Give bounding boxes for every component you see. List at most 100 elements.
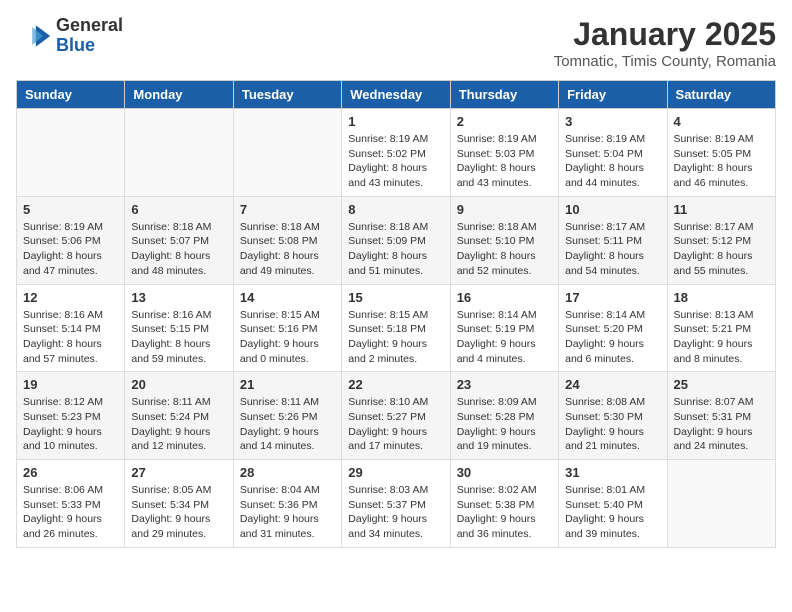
day-info: Sunrise: 8:19 AM Sunset: 5:05 PM Dayligh… [674, 132, 769, 191]
weekday-header-row: SundayMondayTuesdayWednesdayThursdayFrid… [17, 81, 776, 109]
day-info: Sunrise: 8:06 AM Sunset: 5:33 PM Dayligh… [23, 483, 118, 542]
calendar-cell: 3 Sunrise: 8:19 AM Sunset: 5:04 PM Daylig… [559, 109, 667, 197]
calendar-cell: 13Sunrise: 8:16 AM Sunset: 5:15 PM Dayli… [125, 284, 233, 372]
calendar-cell: 4 Sunrise: 8:19 AM Sunset: 5:05 PM Daylig… [667, 109, 775, 197]
calendar-cell: 10Sunrise: 8:17 AM Sunset: 5:11 PM Dayli… [559, 196, 667, 284]
day-number: 30 [457, 465, 552, 480]
logo-blue: Blue [56, 35, 95, 55]
calendar-week-row: 5 Sunrise: 8:19 AM Sunset: 5:06 PM Daylig… [17, 196, 776, 284]
day-number: 1 [348, 114, 443, 129]
day-number: 4 [674, 114, 769, 129]
calendar-cell: 14 Sunrise: 8:15 AM Sunset: 5:16 PM Dayli… [233, 284, 341, 372]
day-number: 3 [565, 114, 660, 129]
day-number: 25 [674, 377, 769, 392]
calendar-cell: 15 Sunrise: 8:15 AM Sunset: 5:18 PM Dayli… [342, 284, 450, 372]
day-info: Sunrise: 8:12 AM Sunset: 5:23 PM Dayligh… [23, 395, 118, 454]
day-info: Sunrise: 8:11 AM Sunset: 5:26 PM Dayligh… [240, 395, 335, 454]
day-info: Sunrise: 8:19 AM Sunset: 5:06 PM Dayligh… [23, 220, 118, 279]
day-info: Sunrise: 8:19 AM Sunset: 5:03 PM Dayligh… [457, 132, 552, 191]
calendar-cell: 9 Sunrise: 8:18 AM Sunset: 5:10 PM Daylig… [450, 196, 558, 284]
day-info: Sunrise: 8:15 AM Sunset: 5:18 PM Dayligh… [348, 308, 443, 367]
calendar-cell: 17Sunrise: 8:14 AM Sunset: 5:20 PM Dayli… [559, 284, 667, 372]
weekday-header-tuesday: Tuesday [233, 81, 341, 109]
calendar-cell: 19 Sunrise: 8:12 AM Sunset: 5:23 PM Dayli… [17, 372, 125, 460]
day-info: Sunrise: 8:08 AM Sunset: 5:30 PM Dayligh… [565, 395, 660, 454]
day-info: Sunrise: 8:07 AM Sunset: 5:31 PM Dayligh… [674, 395, 769, 454]
day-info: Sunrise: 8:14 AM Sunset: 5:19 PM Dayligh… [457, 308, 552, 367]
day-info: Sunrise: 8:13 AM Sunset: 5:21 PM Dayligh… [674, 308, 769, 367]
day-info: Sunrise: 8:18 AM Sunset: 5:07 PM Dayligh… [131, 220, 226, 279]
day-number: 15 [348, 290, 443, 305]
day-number: 19 [23, 377, 118, 392]
logo-icon [16, 18, 52, 54]
day-info: Sunrise: 8:16 AM Sunset: 5:14 PM Dayligh… [23, 308, 118, 367]
logo-text: General Blue [56, 16, 123, 56]
calendar-cell [667, 460, 775, 548]
calendar-cell: 2Sunrise: 8:19 AM Sunset: 5:03 PM Daylig… [450, 109, 558, 197]
calendar-week-row: 26 Sunrise: 8:06 AM Sunset: 5:33 PM Dayli… [17, 460, 776, 548]
weekday-header-thursday: Thursday [450, 81, 558, 109]
weekday-header-saturday: Saturday [667, 81, 775, 109]
day-info: Sunrise: 8:15 AM Sunset: 5:16 PM Dayligh… [240, 308, 335, 367]
weekday-header-friday: Friday [559, 81, 667, 109]
calendar-cell: 16 Sunrise: 8:14 AM Sunset: 5:19 PM Dayli… [450, 284, 558, 372]
calendar-title: January 2025 [554, 16, 776, 53]
day-info: Sunrise: 8:17 AM Sunset: 5:11 PM Dayligh… [565, 220, 660, 279]
calendar-cell: 27Sunrise: 8:05 AM Sunset: 5:34 PM Dayli… [125, 460, 233, 548]
logo-general: General [56, 15, 123, 35]
calendar-cell: 7 Sunrise: 8:18 AM Sunset: 5:08 PM Daylig… [233, 196, 341, 284]
calendar-cell [17, 109, 125, 197]
calendar-cell [233, 109, 341, 197]
weekday-header-monday: Monday [125, 81, 233, 109]
day-number: 9 [457, 202, 552, 217]
logo: General Blue [16, 16, 123, 56]
calendar-subtitle: Tomnatic, Timis County, Romania [554, 53, 776, 70]
day-number: 31 [565, 465, 660, 480]
weekday-header-wednesday: Wednesday [342, 81, 450, 109]
day-number: 5 [23, 202, 118, 217]
day-info: Sunrise: 8:18 AM Sunset: 5:09 PM Dayligh… [348, 220, 443, 279]
day-info: Sunrise: 8:18 AM Sunset: 5:08 PM Dayligh… [240, 220, 335, 279]
calendar-cell: 24 Sunrise: 8:08 AM Sunset: 5:30 PM Dayli… [559, 372, 667, 460]
calendar-cell: 5 Sunrise: 8:19 AM Sunset: 5:06 PM Daylig… [17, 196, 125, 284]
day-info: Sunrise: 8:05 AM Sunset: 5:34 PM Dayligh… [131, 483, 226, 542]
page-header: General Blue January 2025 Tomnatic, Timi… [16, 16, 776, 70]
calendar-cell: 30 Sunrise: 8:02 AM Sunset: 5:38 PM Dayli… [450, 460, 558, 548]
day-number: 7 [240, 202, 335, 217]
calendar-cell: 22Sunrise: 8:10 AM Sunset: 5:27 PM Dayli… [342, 372, 450, 460]
day-info: Sunrise: 8:16 AM Sunset: 5:15 PM Dayligh… [131, 308, 226, 367]
day-number: 24 [565, 377, 660, 392]
day-number: 23 [457, 377, 552, 392]
day-number: 28 [240, 465, 335, 480]
day-number: 16 [457, 290, 552, 305]
day-number: 20 [131, 377, 226, 392]
day-number: 8 [348, 202, 443, 217]
calendar-cell: 1Sunrise: 8:19 AM Sunset: 5:02 PM Daylig… [342, 109, 450, 197]
day-info: Sunrise: 8:02 AM Sunset: 5:38 PM Dayligh… [457, 483, 552, 542]
day-number: 6 [131, 202, 226, 217]
day-info: Sunrise: 8:04 AM Sunset: 5:36 PM Dayligh… [240, 483, 335, 542]
day-number: 22 [348, 377, 443, 392]
day-info: Sunrise: 8:18 AM Sunset: 5:10 PM Dayligh… [457, 220, 552, 279]
calendar-cell [125, 109, 233, 197]
day-number: 21 [240, 377, 335, 392]
calendar-cell: 18 Sunrise: 8:13 AM Sunset: 5:21 PM Dayli… [667, 284, 775, 372]
day-info: Sunrise: 8:03 AM Sunset: 5:37 PM Dayligh… [348, 483, 443, 542]
calendar-cell: 8 Sunrise: 8:18 AM Sunset: 5:09 PM Daylig… [342, 196, 450, 284]
calendar-cell: 6 Sunrise: 8:18 AM Sunset: 5:07 PM Daylig… [125, 196, 233, 284]
calendar-week-row: 19 Sunrise: 8:12 AM Sunset: 5:23 PM Dayli… [17, 372, 776, 460]
calendar-cell: 11 Sunrise: 8:17 AM Sunset: 5:12 PM Dayli… [667, 196, 775, 284]
weekday-header-sunday: Sunday [17, 81, 125, 109]
calendar-cell: 28 Sunrise: 8:04 AM Sunset: 5:36 PM Dayli… [233, 460, 341, 548]
calendar-cell: 29 Sunrise: 8:03 AM Sunset: 5:37 PM Dayli… [342, 460, 450, 548]
day-number: 26 [23, 465, 118, 480]
day-number: 29 [348, 465, 443, 480]
day-number: 18 [674, 290, 769, 305]
day-number: 14 [240, 290, 335, 305]
day-info: Sunrise: 8:14 AM Sunset: 5:20 PM Dayligh… [565, 308, 660, 367]
day-info: Sunrise: 8:19 AM Sunset: 5:04 PM Dayligh… [565, 132, 660, 191]
day-info: Sunrise: 8:17 AM Sunset: 5:12 PM Dayligh… [674, 220, 769, 279]
calendar-cell: 26 Sunrise: 8:06 AM Sunset: 5:33 PM Dayli… [17, 460, 125, 548]
calendar-week-row: 12Sunrise: 8:16 AM Sunset: 5:14 PM Dayli… [17, 284, 776, 372]
day-number: 11 [674, 202, 769, 217]
